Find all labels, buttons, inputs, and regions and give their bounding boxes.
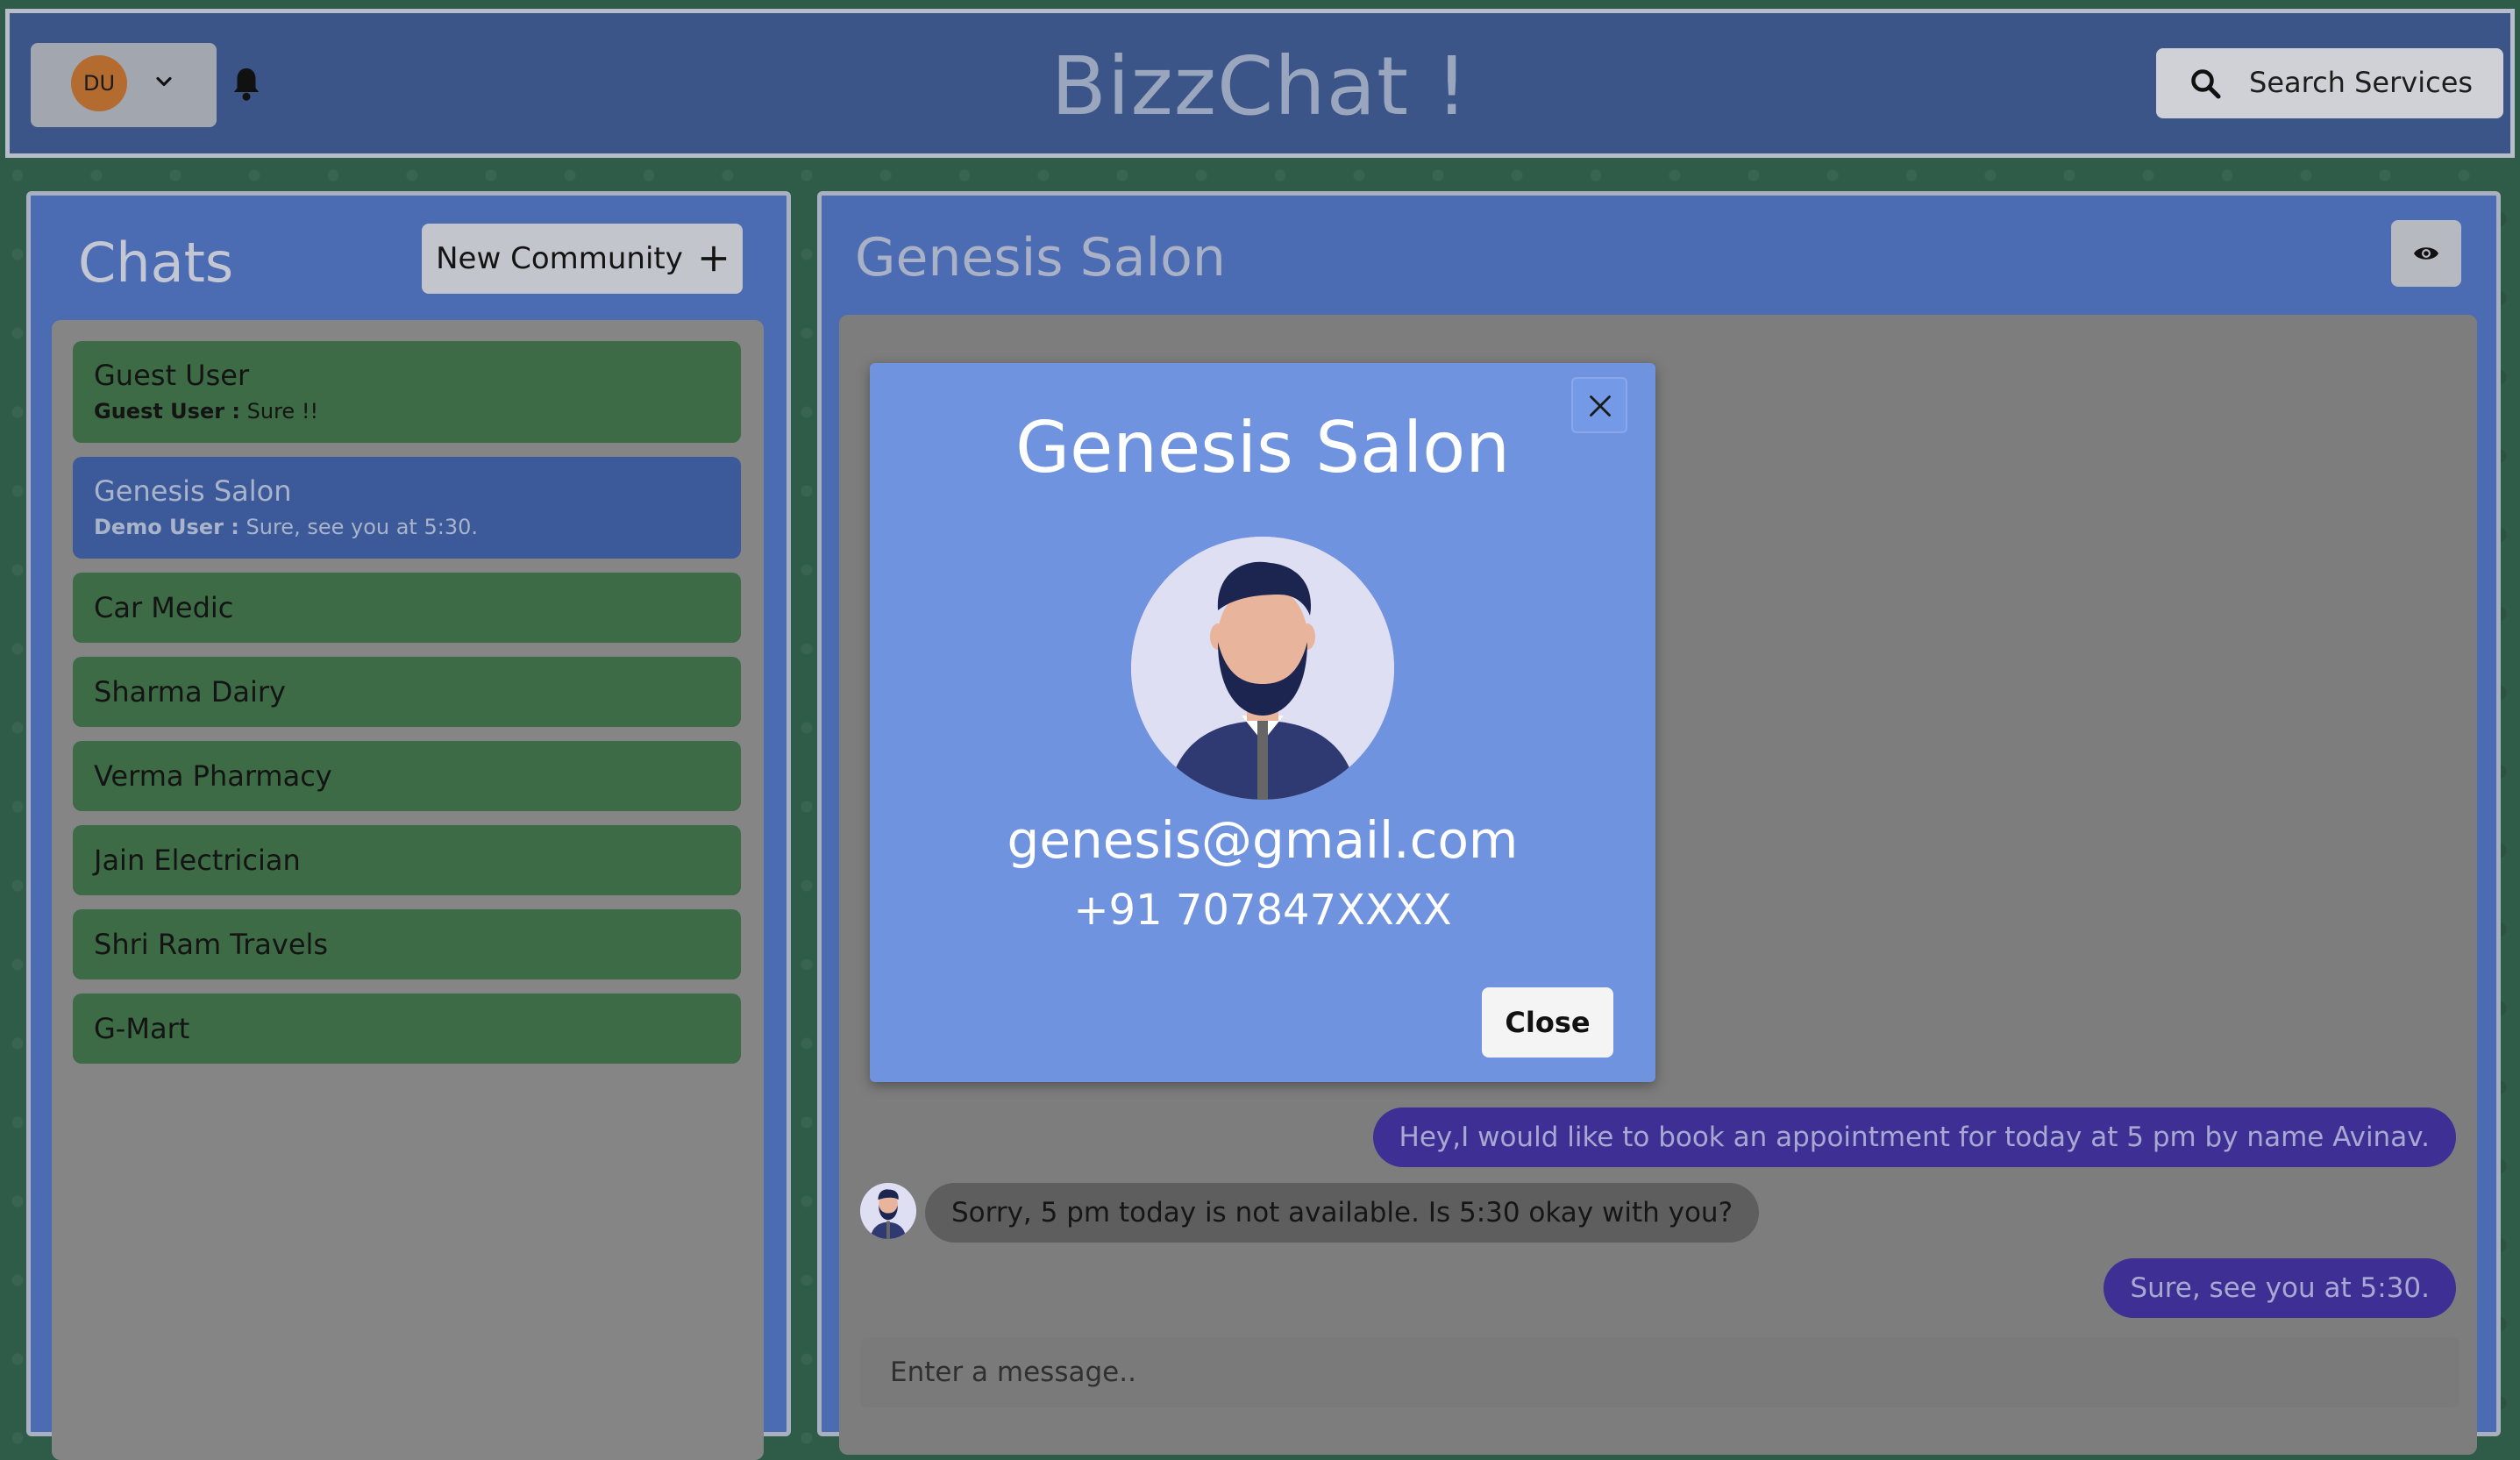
preview-sender: Guest User : <box>94 399 241 424</box>
chat-item-preview: Guest User : Sure !! <box>94 399 741 424</box>
chats-panel: Chats New Community Guest User Guest Use… <box>26 191 791 1460</box>
message-incoming: Sorry, 5 pm today is not available. Is 5… <box>925 1183 1760 1243</box>
message-outgoing: Sure, see you at 5:30. <box>2104 1258 2456 1318</box>
search-services-label: Search Services <box>2249 66 2474 99</box>
chat-item-name: Shri Ram Travels <box>94 928 329 961</box>
chat-item-verma-pharmacy[interactable]: Verma Pharmacy <box>73 741 741 811</box>
profile-modal: Genesis Salon genesis@gmail.com +91 7078… <box>870 363 1655 1082</box>
app-brand-title: BizzChat ! <box>1050 39 1470 133</box>
modal-title: Genesis Salon <box>1015 407 1510 488</box>
search-services-button[interactable]: Search Services <box>2156 48 2503 118</box>
eye-icon <box>2414 247 2438 260</box>
chat-item-name: Verma Pharmacy <box>94 759 332 793</box>
chat-list: Guest User Guest User : Sure !! Genesis … <box>52 320 764 1460</box>
new-community-label: New Community <box>436 241 683 276</box>
profile-picture <box>1131 537 1394 800</box>
modal-phone: +91 707847XXXX <box>1073 886 1452 935</box>
chat-item-guest-user[interactable]: Guest User Guest User : Sure !! <box>73 341 741 443</box>
preview-text: Sure !! <box>240 399 319 424</box>
bearded-man-icon <box>1131 537 1394 800</box>
modal-close-button[interactable]: Close <box>1482 987 1613 1058</box>
plus-icon <box>701 246 727 272</box>
chat-item-name: Genesis Salon <box>94 474 292 508</box>
search-icon <box>2191 69 2221 99</box>
chat-item-shri-ram-travels[interactable]: Shri Ram Travels <box>73 909 741 979</box>
chat-item-name: G-Mart <box>94 1012 190 1045</box>
preview-sender: Demo User : <box>94 515 239 539</box>
chat-item-name: Jain Electrician <box>94 844 301 877</box>
chats-title: Chats <box>78 231 234 295</box>
chat-item-genesis-salon[interactable]: Genesis Salon Demo User : Sure, see you … <box>73 457 741 559</box>
sender-avatar <box>860 1183 916 1239</box>
chat-item-jain-electrician[interactable]: Jain Electrician <box>73 825 741 895</box>
conversation-title: Genesis Salon <box>855 227 1226 288</box>
view-profile-button[interactable] <box>2391 220 2461 287</box>
top-header: DU BizzChat ! Search Services <box>5 9 2515 158</box>
message-input[interactable] <box>860 1337 2459 1407</box>
message-outgoing: Hey,I would like to book an appointment … <box>1372 1107 2456 1167</box>
chat-item-name: Guest User <box>94 359 250 392</box>
chat-item-g-mart[interactable]: G-Mart <box>73 994 741 1064</box>
chat-item-preview: Demo User : Sure, see you at 5:30. <box>94 515 741 539</box>
preview-text: Sure, see you at 5:30. <box>238 515 478 539</box>
chat-item-car-medic[interactable]: Car Medic <box>73 573 741 643</box>
chat-item-name: Sharma Dairy <box>94 675 286 709</box>
new-community-button[interactable]: New Community <box>422 224 743 294</box>
bearded-man-icon <box>860 1183 916 1239</box>
modal-email: genesis@gmail.com <box>1007 810 1519 870</box>
chat-item-name: Car Medic <box>94 591 234 624</box>
chat-item-sharma-dairy[interactable]: Sharma Dairy <box>73 657 741 727</box>
